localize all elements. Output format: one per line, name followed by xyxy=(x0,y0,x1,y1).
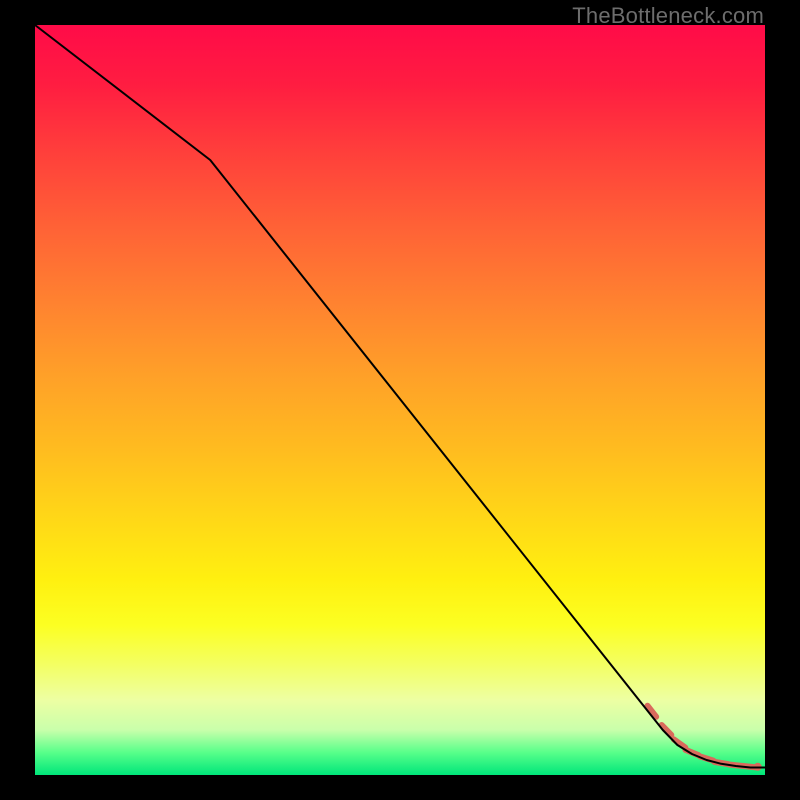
curve-line xyxy=(35,25,765,768)
chart-overlay xyxy=(35,25,765,775)
marker-series xyxy=(648,706,762,771)
watermark-text: TheBottleneck.com xyxy=(572,3,764,29)
chart-frame: TheBottleneck.com xyxy=(0,0,800,800)
